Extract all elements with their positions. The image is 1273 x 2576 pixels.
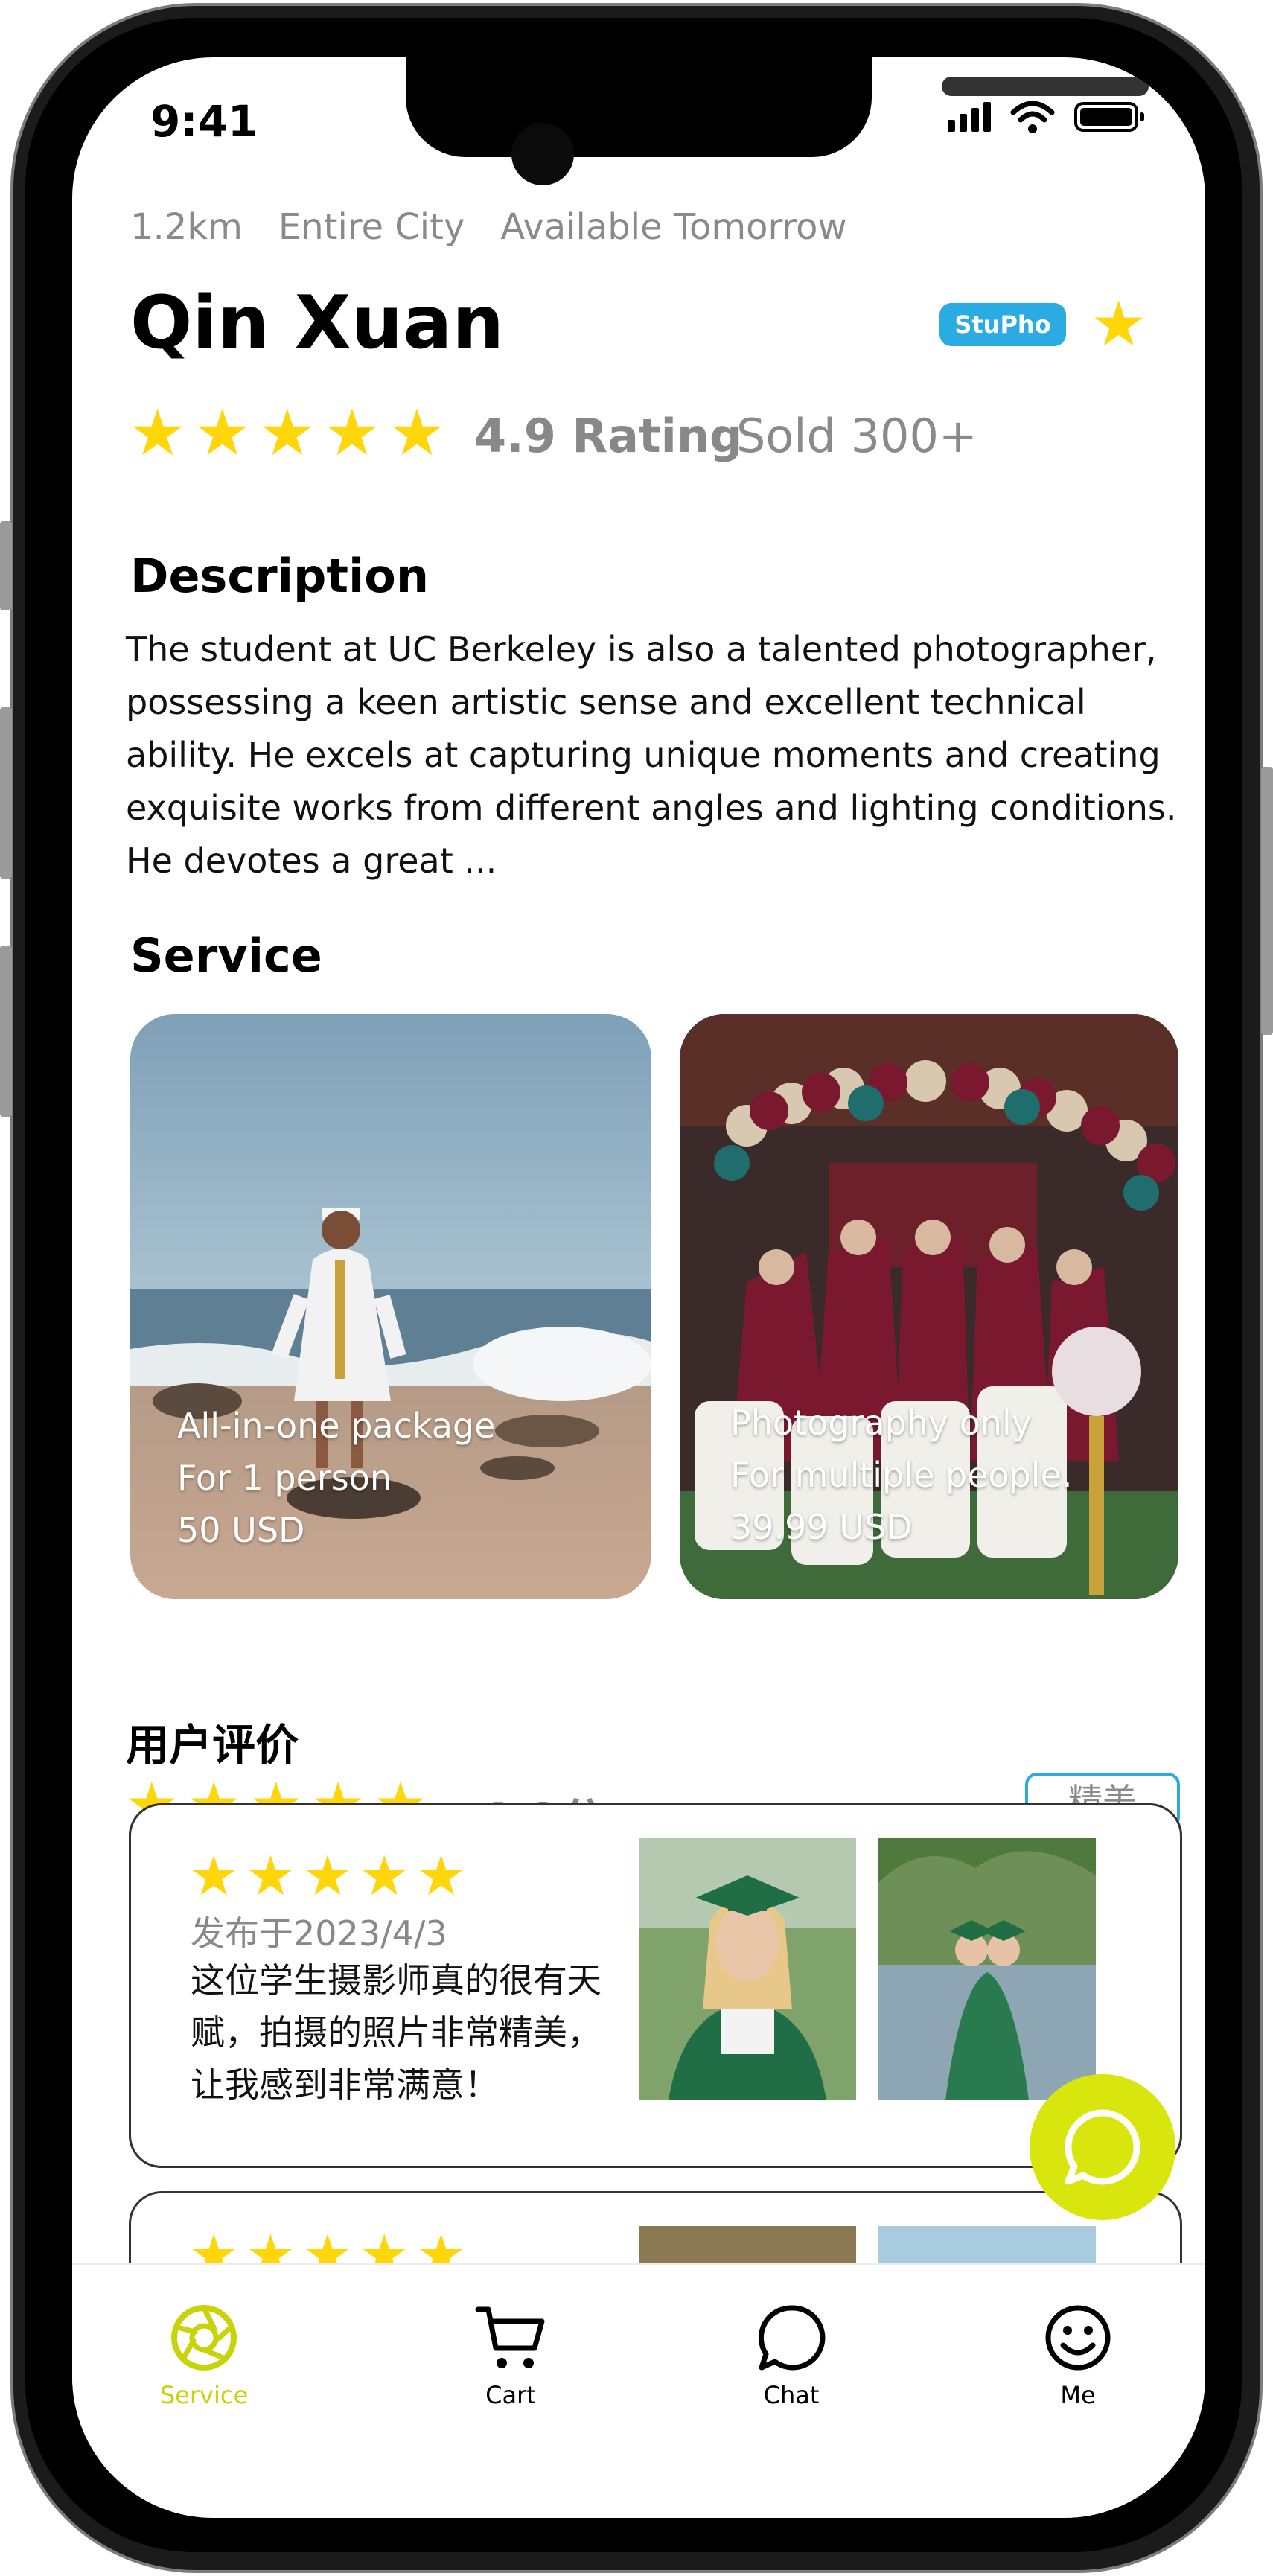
front-camera <box>511 123 574 185</box>
service-price: 50 USD <box>177 1510 305 1550</box>
review-photo[interactable] <box>639 1838 856 2100</box>
service-name: All-in-one package <box>177 1406 496 1446</box>
star-icon: ★ <box>323 396 381 471</box>
photographer-name: Qin Xuan <box>130 281 505 366</box>
tab-label: Chat <box>763 2381 820 2409</box>
smiley-icon <box>1045 2305 1111 2371</box>
rating-stars: ★ ★ ★ ★ ★ <box>129 396 446 471</box>
silent-switch <box>0 521 12 610</box>
distance-text: 1.2km <box>130 206 243 248</box>
volume-down-button <box>0 946 12 1117</box>
service-card-photography-only[interactable]: Photography only For multiple people. 39… <box>680 1014 1178 1599</box>
graduates-lake-photo <box>878 1838 1096 2100</box>
service-card-text: Photography only For multiple people. 39… <box>730 1397 1073 1553</box>
tab-service[interactable]: Service <box>107 2302 301 2409</box>
service-name: Photography only <box>730 1403 1033 1443</box>
star-icon: ★ <box>189 1844 239 1908</box>
star-icon: ★ <box>258 396 316 471</box>
star-icon: ★ <box>129 396 187 471</box>
star-icon: ★ <box>360 1844 409 1908</box>
tab-label: Me <box>1060 2381 1096 2409</box>
stupho-tag[interactable]: StuPho <box>939 303 1066 346</box>
tab-label: Cart <box>485 2381 536 2409</box>
tab-cart[interactable]: Cart <box>414 2302 607 2409</box>
service-title: Service <box>130 928 322 983</box>
phone-mockup: 9:41 1.2km Entire City Available Tomorro… <box>0 0 1273 2576</box>
graduate-portrait-photo <box>639 1838 856 2100</box>
volume-up-button <box>0 707 12 879</box>
service-price: 39.99 USD <box>730 1507 913 1547</box>
favorite-star-icon[interactable]: ★ <box>1091 293 1146 355</box>
aperture-icon <box>171 2305 237 2371</box>
review-card[interactable]: ★ ★ ★ ★ ★ 发布于2023/4/3 这位学生摄影师真的很有天赋，拍摄的照片非常精… <box>129 1803 1182 2168</box>
tab-label: Service <box>159 2381 249 2409</box>
service-card-text: All-in-one package For 1 person 50 USD <box>177 1400 495 1556</box>
review-date: 发布于2023/4/3 <box>191 1913 447 1954</box>
star-icon: ★ <box>302 1844 353 1908</box>
chat-bubble-icon <box>758 2305 826 2371</box>
sold-text: Sold 300+ <box>736 409 977 463</box>
area-text: Entire City <box>278 206 465 248</box>
star-icon: ★ <box>194 396 252 471</box>
cart-icon <box>475 2306 545 2368</box>
wifi-icon <box>1010 101 1055 133</box>
tab-me[interactable]: Me <box>981 2302 1175 2409</box>
meta-row: 1.2km Entire City Available Tomorrow <box>130 206 847 248</box>
availability-text: Available Tomorrow <box>500 206 847 248</box>
chat-fab-button[interactable] <box>1030 2074 1175 2220</box>
reviews-title: 用户评价 <box>126 1720 299 1770</box>
speaker <box>942 77 1149 96</box>
service-people: For 1 person <box>177 1458 392 1498</box>
description-text: The student at UC Berkeley is also a tal… <box>126 629 1177 881</box>
service-card-all-in-one[interactable]: All-in-one package For 1 person 50 USD <box>130 1014 651 1599</box>
service-people: For multiple people. <box>730 1455 1073 1495</box>
review-stars: ★ ★ ★ ★ ★ <box>189 1844 466 1908</box>
review-photo[interactable] <box>878 1838 1096 2100</box>
star-icon: ★ <box>388 396 446 471</box>
notch <box>406 57 1149 157</box>
cellular-signal-icon <box>948 102 991 132</box>
review-text: 这位学生摄影师真的很有天赋，拍摄的照片非常精美，让我感到非常满意！ <box>191 1960 602 2105</box>
chat-bubble-icon <box>1065 2109 1140 2185</box>
bottom-tab-bar: Service Cart Chat Me <box>72 2263 1205 2518</box>
status-time: 9:41 <box>150 96 258 147</box>
battery-icon <box>1074 102 1144 132</box>
tab-chat[interactable]: Chat <box>695 2302 888 2409</box>
app-screen: 9:41 1.2km Entire City Available Tomorro… <box>72 57 1205 2518</box>
star-icon: ★ <box>246 1844 296 1908</box>
description-title: Description <box>130 549 430 603</box>
power-button <box>1261 767 1273 1035</box>
star-icon: ★ <box>416 1844 466 1908</box>
status-icons <box>948 101 1146 133</box>
rating-text: 4.9 Rating <box>474 409 743 463</box>
